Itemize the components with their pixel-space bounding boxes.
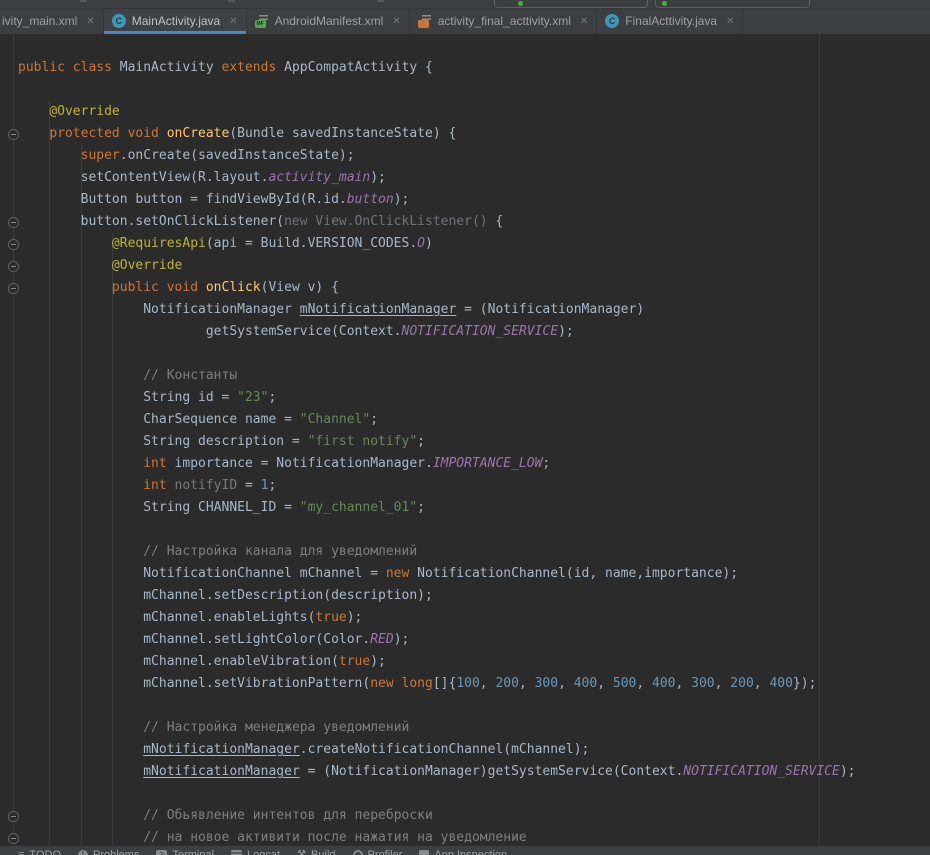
terminal-icon: > — [156, 850, 167, 855]
fold-marker-icon[interactable] — [8, 261, 19, 272]
code-line[interactable]: setContentView(R.layout.activity_main); — [0, 167, 930, 189]
fold-marker-icon[interactable] — [8, 283, 19, 294]
statusbar-item-logcat[interactable]: Logcat — [231, 849, 280, 855]
code-line[interactable]: mChannel.setLightColor(Color.RED); — [0, 629, 930, 651]
statusbar-item-label: Profiler — [368, 849, 403, 855]
code-line[interactable] — [0, 695, 930, 717]
tab-label: FinalActtivity.java — [625, 14, 717, 28]
code-line[interactable]: // Настройка менеджера уведомлений — [0, 717, 930, 739]
code-line[interactable]: NotificationChannel mChannel = new Notif… — [0, 563, 930, 585]
problems-icon: ! — [78, 850, 88, 855]
code-line[interactable] — [0, 343, 930, 365]
fold-marker-icon[interactable] — [8, 129, 19, 140]
status-bar: ≡ TODO! Problems > Terminal Logcat ⚒ Build Profi… — [0, 845, 930, 855]
statusbar-item-label: TODO — [29, 849, 61, 855]
java-class-icon: C — [112, 14, 126, 28]
android-studio-window: ivity_main.xml ✕ C MainActivity.java ✕ MF Andr… — [0, 0, 930, 855]
code-line[interactable]: int notifyID = 1; — [0, 475, 930, 497]
code-editor[interactable]: public class MainActivity extends AppCom… — [0, 34, 930, 845]
code-line[interactable]: mNotificationManager = (NotificationMana… — [0, 761, 930, 783]
statusbar-item-label: Problems — [93, 849, 139, 855]
editor-tab-bar: ivity_main.xml ✕ C MainActivity.java ✕ MF Andr… — [0, 8, 930, 34]
statusbar-item-todo[interactable]: ≡ TODO — [18, 849, 61, 855]
profiler-icon — [353, 850, 363, 855]
code-line[interactable]: // Обьявление интентов для переброски — [0, 805, 930, 827]
manifest-file-icon: MF — [255, 14, 269, 28]
fold-marker-icon[interactable] — [8, 239, 19, 250]
layout-xml-file-icon — [418, 14, 432, 28]
build-icon: ⚒ — [297, 850, 306, 855]
statusbar-item-build[interactable]: ⚒ Build — [297, 849, 335, 855]
statusbar-item-problems[interactable]: ! Problems — [78, 849, 139, 855]
code-line[interactable]: @Override — [0, 101, 930, 123]
code-line[interactable]: String id = "23"; — [0, 387, 930, 409]
code-line[interactable]: mChannel.setVibrationPattern(new long[]{… — [0, 673, 930, 695]
code-area[interactable]: public class MainActivity extends AppCom… — [0, 57, 930, 849]
java-class-icon: C — [605, 14, 619, 28]
code-line[interactable]: protected void onCreate(Bundle savedInst… — [0, 123, 930, 145]
statusbar-item-label: App Inspection — [434, 849, 507, 855]
fold-marker-icon[interactable] — [8, 811, 19, 822]
tab-label: AndroidManifest.xml — [275, 14, 384, 28]
code-line[interactable]: NotificationManager mNotificationManager… — [0, 299, 930, 321]
status-dot-icon — [518, 1, 523, 6]
tab-close-icon[interactable]: ✕ — [392, 16, 400, 27]
statusbar-item-profiler[interactable]: Profiler — [353, 849, 403, 855]
code-line[interactable]: super.onCreate(savedInstanceState); — [0, 145, 930, 167]
tab-close-icon[interactable]: ✕ — [580, 16, 588, 27]
statusbar-item-app-inspection[interactable]: App Inspection — [419, 849, 507, 855]
tab-close-icon[interactable]: ✕ — [229, 16, 237, 27]
fold-marker-icon[interactable] — [8, 217, 19, 228]
code-line[interactable]: public class MainActivity extends AppCom… — [0, 57, 930, 79]
tab-label: ivity_main.xml — [2, 14, 77, 28]
fold-marker-icon[interactable] — [8, 833, 19, 844]
toolbar-button-edge — [377, 0, 384, 2]
statusbar-item-terminal[interactable]: > Terminal — [156, 849, 214, 855]
code-line[interactable]: mChannel.enableLights(true); — [0, 607, 930, 629]
code-line[interactable]: @RequiresApi(api = Build.VERSION_CODES.O… — [0, 233, 930, 255]
status-dot-icon — [662, 1, 667, 6]
code-line[interactable]: button.setOnClickListener(new View.OnCli… — [0, 211, 930, 233]
file-type-badge — [418, 20, 429, 28]
tab-finalacttivity-java[interactable]: C FinalActtivity.java ✕ — [597, 8, 743, 34]
tab-label: activity_final_acttivity.xml — [438, 14, 571, 28]
code-line[interactable] — [0, 783, 930, 805]
app-inspection-icon — [419, 850, 429, 855]
tab-close-icon[interactable]: ✕ — [86, 16, 94, 27]
tab-androidmanifest-xml[interactable]: MF AndroidManifest.xml ✕ — [247, 8, 410, 34]
code-line[interactable]: mChannel.setDescription(description); — [0, 585, 930, 607]
code-line[interactable]: @Override — [0, 255, 930, 277]
code-line[interactable]: String CHANNEL_ID = "my_channel_01"; — [0, 497, 930, 519]
device-group[interactable] — [655, 0, 810, 8]
logcat-icon — [231, 850, 242, 855]
code-line[interactable]: getSystemService(Context.NOTIFICATION_SE… — [0, 321, 930, 343]
tab-close-icon[interactable]: ✕ — [726, 16, 734, 27]
code-line[interactable]: mNotificationManager.createNotificationC… — [0, 739, 930, 761]
toolbar-button-edge — [228, 0, 235, 2]
todo-icon: ≡ — [18, 850, 24, 855]
code-line[interactable]: // Настройка канала для уведомлений — [0, 541, 930, 563]
code-line[interactable] — [0, 519, 930, 541]
file-type-badge: MF — [255, 20, 266, 28]
toolbar-strip — [0, 0, 930, 9]
tab-label: MainActivity.java — [132, 14, 220, 28]
code-line[interactable]: public void onClick(View v) { — [0, 277, 930, 299]
code-line[interactable]: CharSequence name = "Channel"; — [0, 409, 930, 431]
code-line[interactable]: Button button = findViewById(R.id.button… — [0, 189, 930, 211]
statusbar-item-label: Terminal — [172, 849, 214, 855]
code-line[interactable]: // Константы — [0, 365, 930, 387]
code-line[interactable]: mChannel.enableVibration(true); — [0, 651, 930, 673]
tab-activity-final-acttivity-xml[interactable]: activity_final_acttivity.xml ✕ — [410, 8, 598, 34]
code-line[interactable]: String description = "first notify"; — [0, 431, 930, 453]
statusbar-item-label: Build — [311, 849, 335, 855]
statusbar-item-label: Logcat — [247, 849, 280, 855]
code-line[interactable] — [0, 79, 930, 101]
code-line[interactable]: int importance = NotificationManager.IMP… — [0, 453, 930, 475]
toolbar-button-edge — [80, 0, 87, 2]
tab-ivity-main-xml[interactable]: ivity_main.xml ✕ — [0, 8, 104, 34]
tab-mainactivity-java[interactable]: C MainActivity.java ✕ — [104, 8, 247, 34]
